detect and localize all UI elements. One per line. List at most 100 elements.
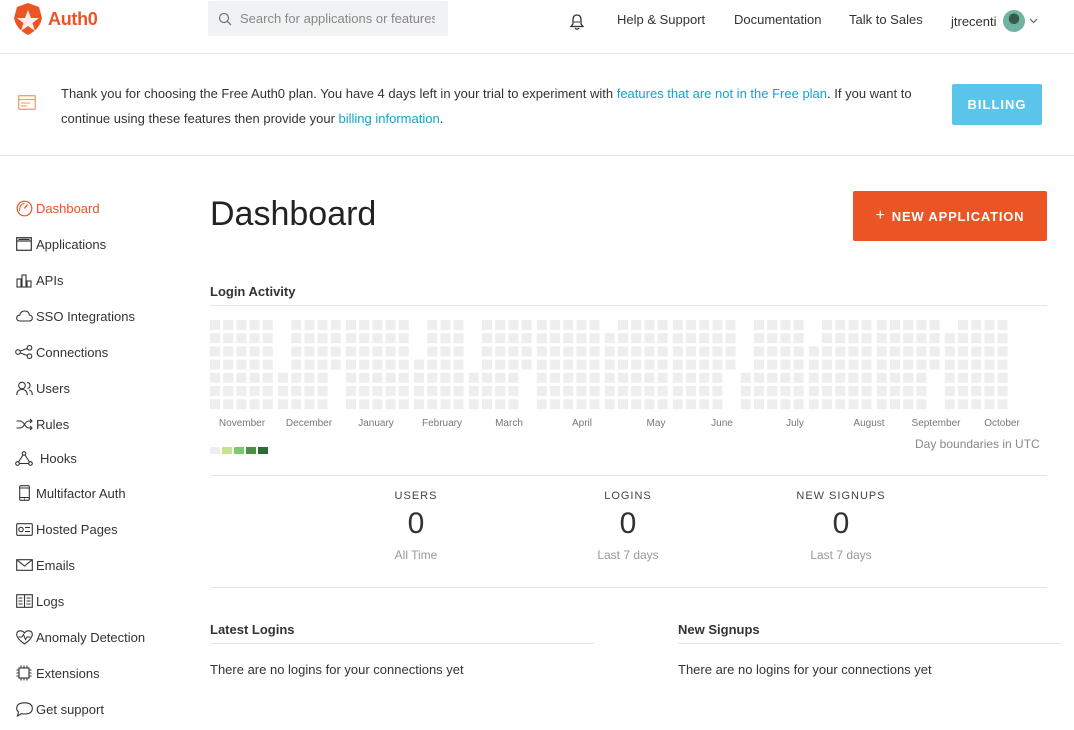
chip-icon [15,664,33,682]
heatmap-cell [317,399,328,410]
stat-label: NEW SIGNUPS [796,490,886,502]
heatmap-cell [262,386,273,396]
heatmap-cell [903,320,914,330]
sidebar-item-dashboard[interactable]: Dashboard [15,198,100,218]
month-label: February [421,418,463,429]
month-label: July [786,418,804,429]
sidebar-item-multifactor-auth[interactable]: Multifactor Auth [15,483,126,503]
heatmap-cell [767,399,778,410]
heatmap-cell [304,333,315,344]
heatmap-cell [754,346,764,357]
help-support-link[interactable]: Help & Support [617,12,705,27]
sidebar-item-extensions[interactable]: Extensions [15,663,100,683]
heatmap-cell [576,399,587,410]
heatmap-cell [929,359,940,370]
connections-icon [15,343,33,361]
gauge-icon [15,199,33,217]
heatmap-cell [521,333,532,344]
heatmap-cell [359,333,370,344]
bell-icon[interactable] [569,13,585,31]
cloud-icon [15,307,33,325]
heatmap-cell [631,372,642,383]
heatmap-cell [372,320,383,330]
heatmap-cell [861,359,872,370]
heatmap-cell [644,399,655,410]
heatmap-cell [861,386,872,396]
search-input[interactable] [238,10,437,27]
sidebar-item-anomaly-detection[interactable]: Anomaly Detection [15,627,145,647]
heatmap-cell [631,333,642,344]
heatmap-cell [916,386,927,396]
sidebar-item-hosted-pages[interactable]: Hosted Pages [15,519,118,539]
sidebar-item-connections[interactable]: Connections [15,342,108,362]
search-box[interactable] [208,1,448,36]
heatmap-cell [657,320,668,330]
heatmap-cell [808,399,819,410]
documentation-link[interactable]: Documentation [734,12,821,27]
heatmap-cell [740,386,751,396]
sidebar-item-hooks[interactable]: Hooks [15,448,77,468]
month-label: December [285,418,333,429]
heatmap-cell [330,359,341,370]
heatmap-cell [699,372,710,383]
heatmap-cell [754,333,764,344]
heatmap-cell [657,333,668,344]
heatmap-cell [808,372,819,383]
heatmap-cell [453,359,464,370]
features-not-in-free-plan-link[interactable]: features that are not in the Free plan [617,86,827,101]
divider [210,305,1047,306]
legend-swatch [258,447,268,454]
sidebar-item-emails[interactable]: Emails [15,555,75,575]
auth0-shield-icon [14,3,42,35]
legend-swatch [234,447,244,454]
user-menu[interactable]: jtrecenti [951,10,1038,32]
heatmap-cell [780,359,791,370]
sidebar-item-label: Hooks [40,450,77,466]
heatmap-cell [861,346,872,357]
heatmap-cell [550,386,560,396]
sidebar-item-apis[interactable]: APIs [15,270,63,290]
heatmap-cell [563,386,574,396]
heatmap-cell [657,359,668,370]
heatmap-cell [249,346,260,357]
talk-to-sales-link[interactable]: Talk to Sales [849,12,923,27]
heatmap-cell [385,372,396,383]
heatmap-cell [249,399,260,410]
heatmap-cell [317,346,328,357]
sidebar-item-logs[interactable]: Logs [15,591,64,611]
user-name: jtrecenti [951,13,997,29]
heatmap-cell [725,346,736,357]
heatmap-cell [780,346,791,357]
heatmap-cell [440,359,451,370]
heatmap-cell [890,333,900,344]
sidebar-item-label: Dashboard [36,200,100,216]
heatmap-cell [550,346,560,357]
heatmap-cell [576,372,587,383]
heatmap-cell [631,386,642,396]
heatmap-cell [618,372,628,383]
auth0-logo[interactable]: Auth0 [12,2,98,36]
new-application-button[interactable]: + NEW APPLICATION [853,191,1047,241]
heatmap-cell [236,333,247,344]
sidebar-item-users[interactable]: Users [15,378,70,398]
heatmap-cell [223,359,234,370]
sidebar-item-get-support[interactable]: Get support [15,699,104,719]
billing-information-link[interactable]: billing information [339,111,440,126]
heatmap-cell [262,320,273,330]
heatmap-cell [414,386,424,396]
heatmap-cell [916,399,927,410]
heatmap-cell [210,346,220,357]
heatmap-cell [686,346,696,357]
sidebar-item-sso-integrations[interactable]: SSO Integrations [15,306,135,326]
heatmap-cell [304,320,315,330]
heatmap-cell [589,333,600,344]
heatmap-cell [372,359,383,370]
heatmap-cell [482,359,492,370]
sidebar-item-applications[interactable]: Applications [15,234,106,254]
heatmap-cell [644,372,655,383]
heatmap-cell [291,399,302,410]
envelope-icon [15,556,33,574]
heatmap-cell [563,359,574,370]
billing-button[interactable]: BILLING [952,84,1042,125]
heatmap-cell [550,372,560,383]
